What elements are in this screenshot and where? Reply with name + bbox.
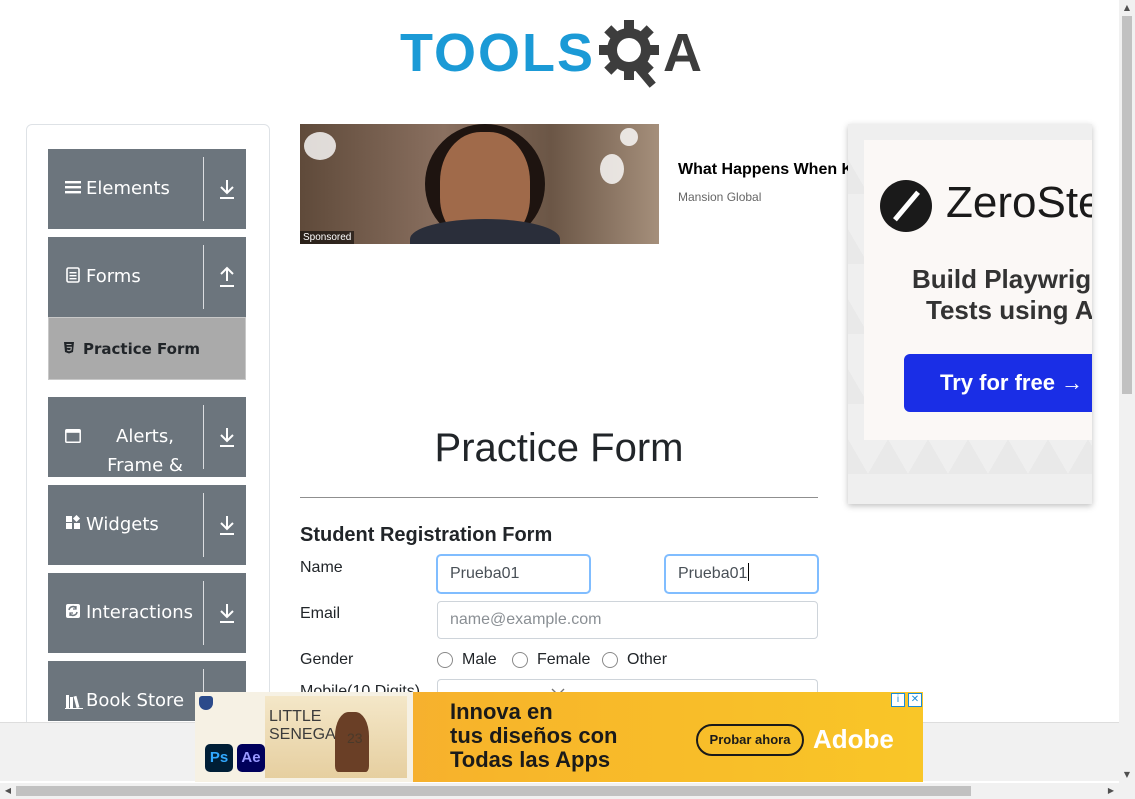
gender-radio-female[interactable]: Female <box>512 651 590 669</box>
divider <box>203 581 204 645</box>
logo-text-tools: TOOLS <box>400 23 596 83</box>
scroll-down-icon[interactable]: ▼ <box>1119 767 1135 783</box>
ad-brand: ZeroStep <box>946 178 1092 227</box>
poster-title-line: SENEGAL <box>269 726 345 743</box>
sponsored-tag: Sponsored <box>300 231 355 244</box>
adchoices[interactable]: i ✕ <box>891 693 922 707</box>
sidebar-item-practice-form[interactable]: Practice Form <box>48 317 246 380</box>
ad-copy: Innova en tus diseños con Todas las Apps <box>450 700 617 772</box>
ad-copy-line: Innova en <box>450 699 553 724</box>
ad-tagline-line: Tests using AI <box>926 295 1092 325</box>
divider <box>203 493 204 557</box>
adobe-brand: Adobe <box>813 724 894 754</box>
zerostep-logo-icon <box>880 180 932 232</box>
sidebar-group-alerts[interactable]: Alerts, Frame & Windows <box>48 397 246 505</box>
widgets-icon <box>65 514 81 535</box>
poster-number: 23 <box>347 730 363 746</box>
radio-circle[interactable] <box>437 652 453 668</box>
divider <box>203 245 204 309</box>
ad-copy-line: tus diseños con <box>450 723 618 748</box>
sidebar-group-forms[interactable]: Forms <box>48 237 246 317</box>
radio-label: Male <box>462 651 497 668</box>
sidebar-group-interactions[interactable]: Interactions <box>48 573 246 653</box>
ad-tagline-line: Build Playwright <box>912 264 1092 294</box>
scroll-right-icon[interactable]: ▶ <box>1103 783 1119 799</box>
bokeh-light <box>304 132 336 160</box>
menu-icon <box>65 180 81 198</box>
vertical-scrollbar[interactable]: ▲ ▼ <box>1119 0 1135 783</box>
sidebar-group-widgets[interactable]: Widgets <box>48 485 246 565</box>
form-heading: Student Registration Form <box>300 524 553 546</box>
probar-ahora-button[interactable]: Probar ahora <box>696 724 804 756</box>
poster-title: LITTLE SENEGAL <box>269 708 345 744</box>
window-icon <box>65 429 81 447</box>
scrollbar-thumb[interactable] <box>16 786 971 796</box>
last-name-value: Prueba01 <box>678 565 748 582</box>
books-icon <box>65 693 83 713</box>
sponsored-image[interactable]: Sponsored <box>300 124 659 244</box>
ad-info-icon[interactable]: i <box>891 693 905 707</box>
radio-label: Female <box>537 651 591 668</box>
ad-copy-line: Todas las Apps <box>450 747 611 772</box>
download-arrow-icon[interactable] <box>218 177 236 201</box>
email-input[interactable]: name@example.com <box>437 601 818 639</box>
scrollbar-thumb[interactable] <box>1122 16 1132 394</box>
document-icon <box>65 267 81 287</box>
last-name-input[interactable]: Prueba01 <box>665 555 818 593</box>
gender-radio-male[interactable]: Male <box>437 651 497 669</box>
toolsqa-logo[interactable]: TOOLS A <box>400 16 702 90</box>
radio-circle[interactable] <box>602 652 618 668</box>
html5-icon <box>63 341 77 357</box>
gear-search-icon <box>595 16 669 90</box>
refresh-icon <box>65 603 81 623</box>
ad-close-icon[interactable]: ✕ <box>908 693 922 707</box>
download-arrow-icon[interactable] <box>218 513 236 537</box>
sidebar-item-label: Practice Form <box>83 339 200 358</box>
gender-label: Gender <box>300 651 354 668</box>
ad-card: ZeroStep Build Playwright Tests using AI… <box>864 140 1092 440</box>
sponsored-headline[interactable]: What Happens When K <box>678 161 848 179</box>
radio-circle[interactable] <box>512 652 528 668</box>
bokeh-light <box>620 128 638 146</box>
divider <box>203 157 204 221</box>
email-label: Email <box>300 605 341 622</box>
horizontal-scrollbar[interactable]: ◀ ▶ <box>0 783 1135 799</box>
mobile-input[interactable] <box>437 679 818 692</box>
mobile-label: Mobile(10 Digits) <box>300 683 421 692</box>
try-for-free-button[interactable]: Try for free → <box>904 354 1092 412</box>
first-name-value: Prueba01 <box>450 565 520 582</box>
sidebar-group-elements[interactable]: Elements <box>48 149 246 229</box>
adobe-ad-banner[interactable]: Ps Ae LITTLE SENEGAL 23 Innova en tus di… <box>195 692 923 782</box>
download-arrow-icon[interactable] <box>218 601 236 625</box>
zerostep-ad[interactable]: ZeroStep Build Playwright Tests using AI… <box>848 124 1092 504</box>
scroll-left-icon[interactable]: ◀ <box>0 783 16 799</box>
person-shoulders <box>410 219 560 244</box>
gender-radio-other[interactable]: Other <box>602 651 667 669</box>
email-placeholder: name@example.com <box>450 611 602 628</box>
poster-title-line: LITTLE <box>269 708 322 725</box>
first-name-input[interactable]: Prueba01 <box>437 555 590 593</box>
upload-arrow-icon[interactable] <box>218 265 236 289</box>
text-cursor <box>748 563 750 581</box>
radio-label: Other <box>627 651 668 668</box>
bokeh-light <box>600 154 624 184</box>
scroll-up-icon[interactable]: ▲ <box>1119 0 1135 16</box>
name-label: Name <box>300 559 343 576</box>
sponsored-source: Mansion Global <box>678 190 762 204</box>
divider <box>203 405 204 469</box>
photoshop-icon: Ps <box>205 744 233 772</box>
download-arrow-icon[interactable] <box>218 425 236 449</box>
title-divider <box>300 497 818 498</box>
ad-tagline: Build Playwright Tests using AI <box>864 264 1092 326</box>
shield-icon <box>199 696 213 710</box>
after-effects-icon: Ae <box>237 744 265 772</box>
page-title: Practice Form <box>434 426 684 470</box>
ad-left-panel: Ps Ae LITTLE SENEGAL 23 <box>195 692 413 782</box>
ad-poster-image: LITTLE SENEGAL 23 <box>265 696 407 778</box>
